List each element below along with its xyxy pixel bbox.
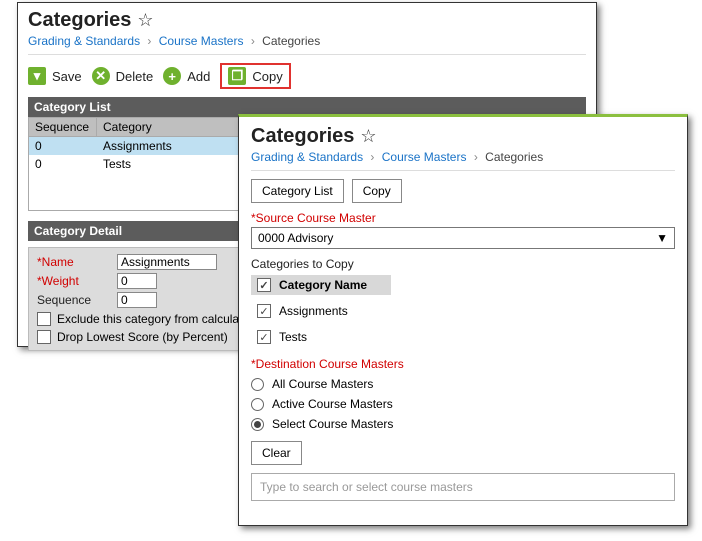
destination-course-masters-label: *Destination Course Masters xyxy=(251,357,675,371)
exclude-label: Exclude this category from calculation xyxy=(57,312,258,326)
category-row-tests[interactable]: ✓ Tests xyxy=(251,327,675,347)
weight-label: *Weight xyxy=(37,274,113,288)
breadcrumb-current: Categories xyxy=(485,150,543,164)
copy-button[interactable]: ❐ Copy xyxy=(220,63,290,89)
page-title: Categories xyxy=(28,9,131,32)
name-label: *Name xyxy=(37,255,113,269)
select-all-checkbox[interactable]: ✓ xyxy=(257,278,271,292)
radio-all-course-masters[interactable]: All Course Masters xyxy=(251,377,675,391)
category-name-header[interactable]: ✓ Category Name xyxy=(251,275,391,295)
weight-input[interactable] xyxy=(117,273,157,289)
breadcrumb-current: Categories xyxy=(262,34,320,48)
sequence-label: Sequence xyxy=(37,293,113,307)
category-row-assignments[interactable]: ✓ Assignments xyxy=(251,301,675,321)
chevron-down-icon: ▼ xyxy=(656,231,668,245)
radio-active-course-masters[interactable]: Active Course Masters xyxy=(251,397,675,411)
radio-icon[interactable] xyxy=(251,378,264,391)
copy-icon: ❐ xyxy=(228,67,246,85)
course-master-search-input[interactable]: Type to search or select course masters xyxy=(251,473,675,501)
drop-lowest-checkbox[interactable] xyxy=(37,330,51,344)
name-input[interactable] xyxy=(117,254,217,270)
delete-button[interactable]: ✕ Delete xyxy=(92,67,154,85)
radio-icon[interactable] xyxy=(251,398,264,411)
save-icon: ▾ xyxy=(28,67,46,85)
delete-icon: ✕ xyxy=(92,67,110,85)
favorite-star-icon[interactable]: ☆ xyxy=(137,10,153,31)
breadcrumb: Grading & Standards › Course Masters › C… xyxy=(251,150,675,164)
radio-icon[interactable] xyxy=(251,418,264,431)
drop-lowest-label: Drop Lowest Score (by Percent) xyxy=(57,330,228,344)
clear-button[interactable]: Clear xyxy=(251,441,302,465)
breadcrumb: Grading & Standards › Course Masters › C… xyxy=(28,34,586,48)
radio-select-course-masters[interactable]: Select Course Masters xyxy=(251,417,675,431)
tests-checkbox[interactable]: ✓ xyxy=(257,330,271,344)
favorite-star-icon[interactable]: ☆ xyxy=(360,126,376,147)
save-button[interactable]: ▾ Save xyxy=(28,67,82,85)
chevron-right-icon: › xyxy=(251,34,255,48)
categories-to-copy-label: Categories to Copy xyxy=(251,257,675,271)
source-course-master-select[interactable]: 0000 Advisory ▼ xyxy=(251,227,675,249)
copy-button[interactable]: Copy xyxy=(352,179,402,203)
chevron-right-icon: › xyxy=(474,150,478,164)
toolbar: ▾ Save ✕ Delete + Add ❐ Copy xyxy=(28,63,586,89)
page-title: Categories xyxy=(251,125,354,148)
assignments-checkbox[interactable]: ✓ xyxy=(257,304,271,318)
source-course-master-label: *Source Course Master xyxy=(251,211,675,225)
chevron-right-icon: › xyxy=(147,34,151,48)
add-icon: + xyxy=(163,67,181,85)
category-list-button[interactable]: Category List xyxy=(251,179,344,203)
exclude-checkbox[interactable] xyxy=(37,312,51,326)
breadcrumb-course-masters[interactable]: Course Masters xyxy=(159,34,244,48)
sequence-input[interactable] xyxy=(117,292,157,308)
col-sequence[interactable]: Sequence xyxy=(29,118,97,136)
breadcrumb-grading-standards[interactable]: Grading & Standards xyxy=(251,150,363,164)
categories-copy-panel: Categories ☆ Grading & Standards › Cours… xyxy=(238,114,688,526)
add-button[interactable]: + Add xyxy=(163,67,210,85)
breadcrumb-grading-standards[interactable]: Grading & Standards xyxy=(28,34,140,48)
breadcrumb-course-masters[interactable]: Course Masters xyxy=(382,150,467,164)
chevron-right-icon: › xyxy=(370,150,374,164)
